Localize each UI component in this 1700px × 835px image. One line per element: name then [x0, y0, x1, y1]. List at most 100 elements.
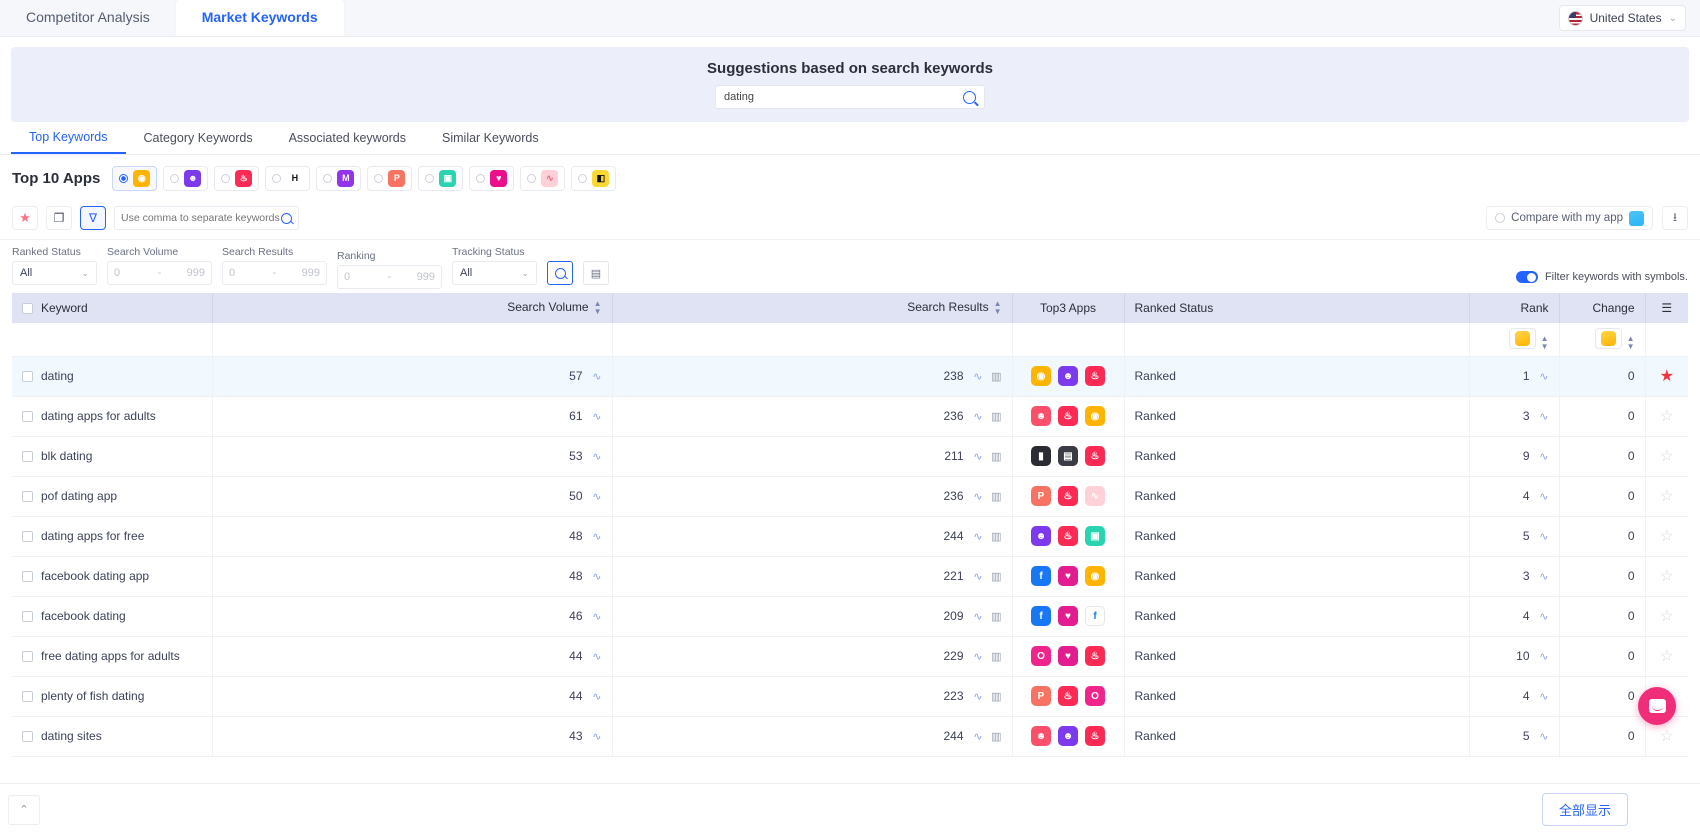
subheader-change-chip[interactable]: ▲ ▼ [1559, 323, 1646, 357]
chat-bubble-icon[interactable] [1638, 687, 1676, 725]
range-max[interactable]: 999 [280, 267, 320, 279]
cell-keyword[interactable]: dating apps for adults [12, 396, 213, 437]
favorite-star-icon[interactable]: ☆ [1660, 648, 1674, 665]
app-chip-app-magenta[interactable]: ♥ [469, 165, 515, 191]
cell-favorite[interactable]: ☆ [1645, 476, 1688, 517]
radio-icon[interactable] [425, 173, 435, 183]
radio-icon[interactable] [170, 173, 180, 183]
tinder-icon[interactable]: ♨ [1058, 686, 1078, 706]
cell-keyword[interactable]: dating [12, 356, 213, 397]
table-row[interactable]: dating 57 ∿ 238 ∿ ▥ ◉ ☻ ♨ Ranked 1 ∿ 0 ★ [12, 356, 1688, 397]
apps-list-icon[interactable]: ▥ [989, 730, 1001, 743]
radio-icon[interactable] [374, 173, 384, 183]
tinder-icon[interactable]: ♨ [1085, 646, 1105, 666]
tracking-status-select[interactable]: All ⌄ [452, 261, 537, 285]
row-checkbox[interactable] [22, 451, 33, 463]
app-pink-light-icon[interactable]: ∿ [1085, 486, 1105, 506]
trend-chart-icon[interactable]: ∿ [970, 490, 982, 503]
trend-chart-icon[interactable]: ∿ [589, 610, 601, 623]
sort-icon[interactable]: ▲ ▼ [994, 300, 1002, 316]
cell-favorite[interactable]: ☆ [1645, 596, 1688, 637]
trend-chart-icon[interactable]: ∿ [1536, 410, 1548, 423]
row-checkbox[interactable] [22, 611, 33, 623]
bumble-icon[interactable]: ◉ [1085, 406, 1105, 426]
select-all-checkbox[interactable] [22, 303, 33, 315]
radio-icon[interactable] [527, 173, 537, 183]
trend-chart-icon[interactable]: ∿ [970, 450, 982, 463]
copy-icon[interactable]: ❐ [46, 206, 72, 230]
tinder-icon[interactable]: ♨ [1058, 526, 1078, 546]
facebook-icon[interactable]: f [1031, 566, 1051, 586]
trend-chart-icon[interactable]: ∿ [589, 450, 601, 463]
app-chip-app-yellow-black[interactable]: ◧ [571, 165, 617, 191]
range-max[interactable]: 999 [165, 267, 205, 279]
app-teal-icon[interactable]: ▣ [1085, 526, 1105, 546]
table-row[interactable]: dating sites 43 ∿ 244 ∿ ▥ ☻ ☻ ♨ Ranked 5 ∿ 0 ☆ [12, 716, 1688, 757]
show-all-button[interactable]: 全部显示 [1541, 793, 1628, 826]
apps-list-icon[interactable]: ▥ [989, 410, 1001, 423]
row-checkbox[interactable] [22, 371, 33, 383]
sort-icon[interactable]: ▲ ▼ [1541, 334, 1549, 351]
plenty-of-fish-icon[interactable]: P [1031, 686, 1051, 706]
subtab-associated-keywords[interactable]: Associated keywords [271, 131, 424, 153]
symbols-filter-toggle[interactable] [1515, 271, 1538, 283]
trend-chart-icon[interactable]: ∿ [589, 530, 601, 543]
trend-chart-icon[interactable]: ∿ [970, 410, 982, 423]
app-magenta-heart-icon[interactable]: ♥ [1058, 646, 1078, 666]
subtab-top-keywords[interactable]: Top Keywords [11, 130, 126, 154]
favorite-star-icon[interactable]: ☆ [1660, 728, 1674, 745]
ranked-status-select[interactable]: All ⌄ [12, 261, 97, 285]
cell-favorite[interactable]: ☆ [1645, 636, 1688, 677]
filter-save-button[interactable]: ▤ [583, 261, 609, 285]
trend-chart-icon[interactable]: ∿ [1536, 370, 1548, 383]
ranking-range[interactable]: 0 - 999 [337, 265, 442, 289]
app-chip-hinge[interactable]: H [265, 165, 311, 191]
app-dark-two-icon[interactable]: ▤ [1058, 446, 1078, 466]
download-icon[interactable]: ⭳ [1662, 206, 1688, 230]
apps-list-icon[interactable]: ▥ [989, 690, 1001, 703]
cell-favorite[interactable]: ★ [1645, 356, 1688, 397]
tab-competitor-analysis[interactable]: Competitor Analysis [0, 0, 176, 36]
table-row[interactable]: dating apps for adults 61 ∿ 236 ∿ ▥ ☻ ♨ ◉ Ranked 3… [12, 396, 1688, 437]
trend-chart-icon[interactable]: ∿ [970, 730, 982, 743]
plenty-of-fish-icon[interactable]: P [1031, 486, 1051, 506]
apps-list-icon[interactable]: ▥ [989, 450, 1001, 463]
trend-chart-icon[interactable]: ∿ [589, 370, 601, 383]
row-checkbox[interactable] [22, 651, 33, 663]
radio-icon[interactable] [578, 173, 588, 183]
trend-chart-icon[interactable]: ∿ [970, 690, 982, 703]
cell-keyword[interactable]: plenty of fish dating [12, 676, 213, 717]
chevron-up-icon[interactable]: ⌃ [8, 794, 40, 825]
apps-list-icon[interactable]: ▥ [989, 490, 1001, 503]
table-row[interactable]: plenty of fish dating 44 ∿ 223 ∿ ▥ P ♨ O Ranked 4 ∿… [12, 676, 1688, 717]
radio-icon[interactable] [119, 173, 129, 183]
trend-chart-icon[interactable]: ∿ [589, 690, 601, 703]
funnel-icon[interactable]: ∇ [80, 206, 106, 230]
compare-with-my-app-button[interactable]: Compare with my app [1486, 206, 1653, 230]
app-red-chat-icon[interactable]: ☻ [1031, 726, 1051, 746]
trend-chart-icon[interactable]: ∿ [970, 610, 982, 623]
keyword-search-input[interactable] [121, 212, 281, 224]
favorite-star-icon[interactable]: ☆ [1660, 568, 1674, 585]
app-chip-app-purple-smiley[interactable]: ☻ [163, 165, 209, 191]
filter-search-button[interactable] [547, 261, 573, 285]
tinder-icon[interactable]: ♨ [1085, 446, 1105, 466]
star-icon[interactable]: ★ [12, 206, 38, 230]
cell-keyword[interactable]: facebook dating app [12, 556, 213, 597]
row-checkbox[interactable] [22, 571, 33, 583]
apps-list-icon[interactable]: ▥ [989, 610, 1001, 623]
subheader-rank-chip[interactable]: ▲ ▼ [1469, 323, 1560, 357]
trend-chart-icon[interactable]: ∿ [589, 490, 601, 503]
search-icon[interactable] [281, 212, 292, 224]
cell-favorite[interactable]: ☆ [1645, 556, 1688, 597]
row-checkbox[interactable] [22, 731, 33, 743]
radio-icon[interactable] [272, 173, 282, 183]
cell-favorite[interactable]: ☆ [1645, 396, 1688, 437]
trend-chart-icon[interactable]: ∿ [970, 370, 982, 383]
search-icon[interactable] [963, 90, 976, 104]
trend-chart-icon[interactable]: ∿ [589, 650, 601, 663]
app-chip-tinder[interactable]: ♨ [214, 165, 260, 191]
app-purple-smiley-icon[interactable]: ☻ [1031, 526, 1051, 546]
app-magenta-heart-icon[interactable]: ♥ [1058, 606, 1078, 626]
sort-icon[interactable]: ▲ ▼ [594, 300, 602, 316]
